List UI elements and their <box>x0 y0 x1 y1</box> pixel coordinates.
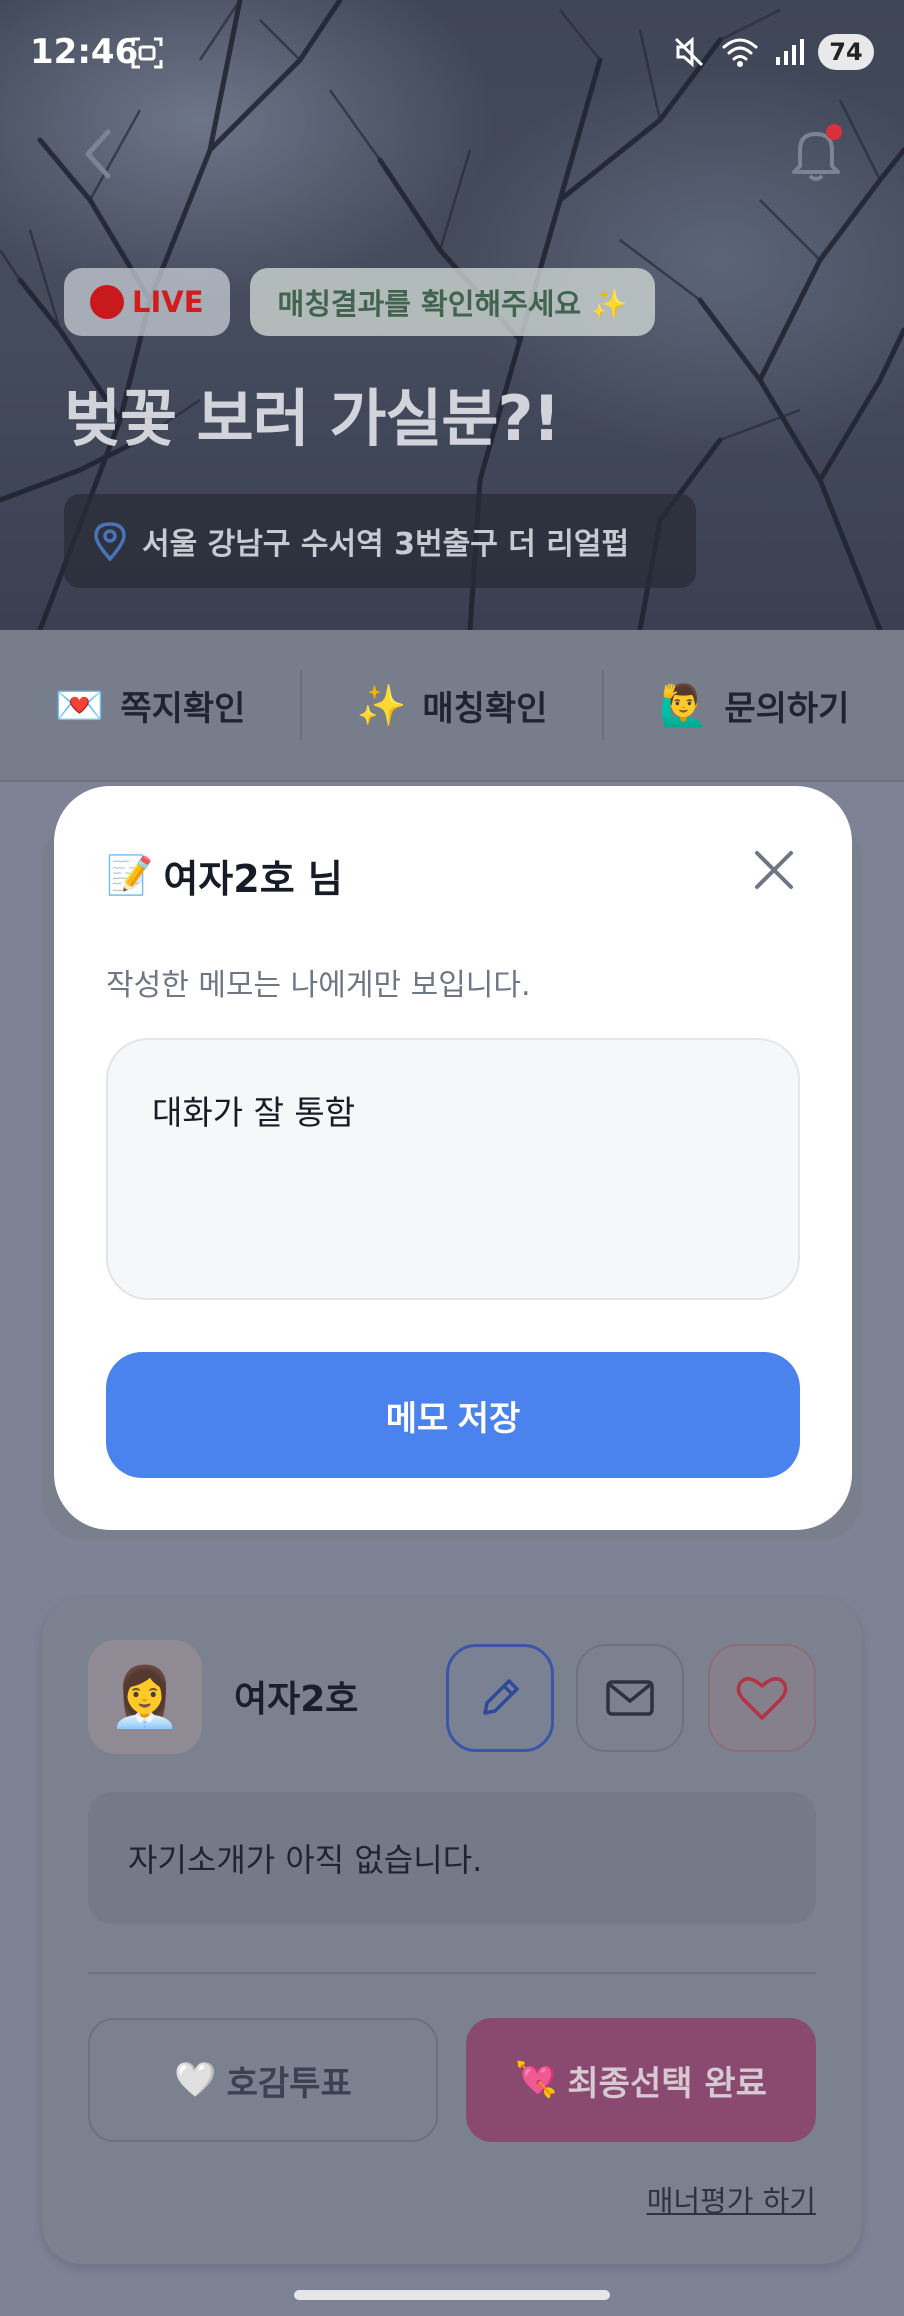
vote-label: 호감투표 <box>226 2063 352 2104</box>
final-choice-button[interactable]: 💘 최종선택 완료 <box>466 2018 816 2142</box>
mail-icon <box>606 1680 654 1716</box>
back-arrow-icon[interactable] <box>78 126 122 182</box>
home-indicator[interactable] <box>294 2290 610 2300</box>
match-result-badge: 매칭결과를 확인해주세요 ✨ <box>249 268 656 336</box>
tab-message-check[interactable]: 💌 쪽지확인 <box>0 630 300 780</box>
notification-dot <box>826 124 842 140</box>
screenshot-icon <box>131 37 163 69</box>
final-choice-label: 최종선택 완료 <box>567 2063 767 2104</box>
manner-rating-link[interactable]: 매너평가 하기 <box>647 2178 816 2220</box>
intro-text: 자기소개가 아직 없습니다. <box>128 1841 483 1879</box>
mute-icon <box>674 36 704 68</box>
live-badge: LIVE <box>64 268 230 336</box>
self-introduction: 자기소개가 아직 없습니다. <box>88 1792 816 1924</box>
signal-icon <box>776 39 804 65</box>
memo-icon: 📝 <box>106 853 154 897</box>
woman-avatar-icon: 👩‍💼 <box>108 1662 182 1731</box>
like-button[interactable] <box>708 1644 816 1752</box>
memo-privacy-note: 작성한 메모는 나에게만 보입니다. <box>106 968 531 1003</box>
memo-modal: 📝 여자2호 님 작성한 메모는 나에게만 보입니다. 대화가 잘 통함 메모 … <box>54 786 852 1530</box>
event-title: 벚꽃 보러 가실분?! <box>64 382 561 455</box>
white-heart-icon: 🤍 <box>174 2060 217 2100</box>
heart-icon <box>736 1677 788 1720</box>
action-tabs: 💌 쪽지확인 ✨ 매칭확인 🙋‍♂️ 문의하기 <box>0 630 904 782</box>
save-memo-button[interactable]: 메모 저장 <box>106 1352 800 1478</box>
pencil-icon <box>483 1679 519 1715</box>
notification-bell-icon[interactable] <box>786 122 846 186</box>
raising-hand-icon: 🙋‍♂️ <box>658 682 709 729</box>
tab-inquiry[interactable]: 🙋‍♂️ 문의하기 <box>604 630 904 780</box>
modal-title: 📝 여자2호 님 <box>106 848 343 903</box>
location-text: 서울 강남구 수서역 3번출구 더 리얼펍 <box>142 527 630 562</box>
tab-label: 쪽지확인 <box>120 688 246 729</box>
wifi-icon <box>722 38 758 67</box>
participant-card: 👩‍💼 여자2호 자기소개가 아직 없습니다. 🤍 호감투표 💘 최종선택 완료… <box>42 1598 862 2264</box>
heart-arrow-icon: 💘 <box>515 2060 558 2100</box>
love-letter-icon: 💌 <box>54 682 105 729</box>
close-button[interactable] <box>742 838 806 902</box>
modal-title-text: 여자2호 님 <box>163 857 343 901</box>
location-pin-icon <box>94 522 126 561</box>
tab-label: 매칭확인 <box>422 688 548 729</box>
live-label: LIVE <box>132 285 204 319</box>
edit-memo-button[interactable] <box>446 1644 554 1752</box>
tab-label: 문의하기 <box>724 688 850 729</box>
tab-match-check[interactable]: ✨ 매칭확인 <box>302 630 602 780</box>
send-message-button[interactable] <box>576 1644 684 1752</box>
status-bar: 12:46 74 <box>0 0 904 100</box>
close-icon <box>755 851 793 889</box>
location-chip: 서울 강남구 수서역 3번출구 더 리얼펍 <box>64 494 696 588</box>
status-time: 12:46 <box>30 32 139 72</box>
participant-name: 여자2호 <box>234 1679 359 1720</box>
avatar: 👩‍💼 <box>88 1640 202 1754</box>
live-dot-icon <box>90 285 124 319</box>
divider <box>88 1972 816 1974</box>
hero-banner: 12:46 74 LIVE 매칭결과를 확인해주세요 ✨ 벚꽃 보러 가실분?!… <box>0 0 904 630</box>
memo-textarea[interactable]: 대화가 잘 통함 <box>106 1038 800 1300</box>
like-vote-button[interactable]: 🤍 호감투표 <box>88 2018 438 2142</box>
sparkles-icon: ✨ <box>356 682 407 729</box>
match-badge-label: 매칭결과를 확인해주세요 ✨ <box>277 287 628 321</box>
battery-indicator: 74 <box>818 34 874 70</box>
hero-badges: LIVE 매칭결과를 확인해주세요 ✨ <box>64 268 656 336</box>
